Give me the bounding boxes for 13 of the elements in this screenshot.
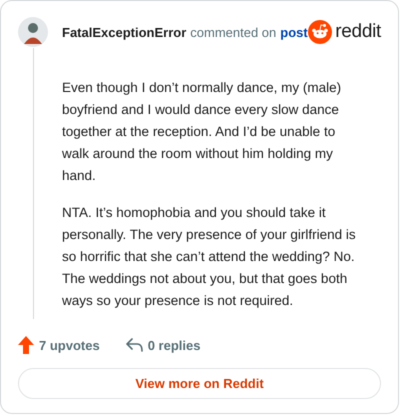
view-more-button[interactable]: View more on Reddit [18, 368, 381, 399]
comment-paragraph: NTA. It’s homophobia and you should take it personally. The very presence of your girlfriend is so horrific that she can’t attend the wedding? No. The weddings not about you, but that goes both ways so your presence is not required. [62, 204, 357, 310]
reply-count: 0 replies [148, 338, 200, 352]
reddit-logo-icon [308, 20, 332, 44]
comment-paragraph: Even though I don’t normally dance, my (male) boyfriend and I would dance every slow dance together at the reception. And I’d be unable to walk around the room without him holding my hand. [62, 79, 342, 185]
upvote-arrow-icon [18, 336, 34, 354]
username[interactable]: FatalExceptionError [62, 24, 186, 40]
reply-arrow-icon [126, 338, 143, 352]
avatar-icon [18, 17, 48, 47]
upvote-count: 7 upvotes [39, 338, 100, 352]
action-text: commented on [190, 24, 276, 40]
brand-name: reddit [335, 21, 381, 43]
post-link[interactable]: post [280, 24, 308, 40]
